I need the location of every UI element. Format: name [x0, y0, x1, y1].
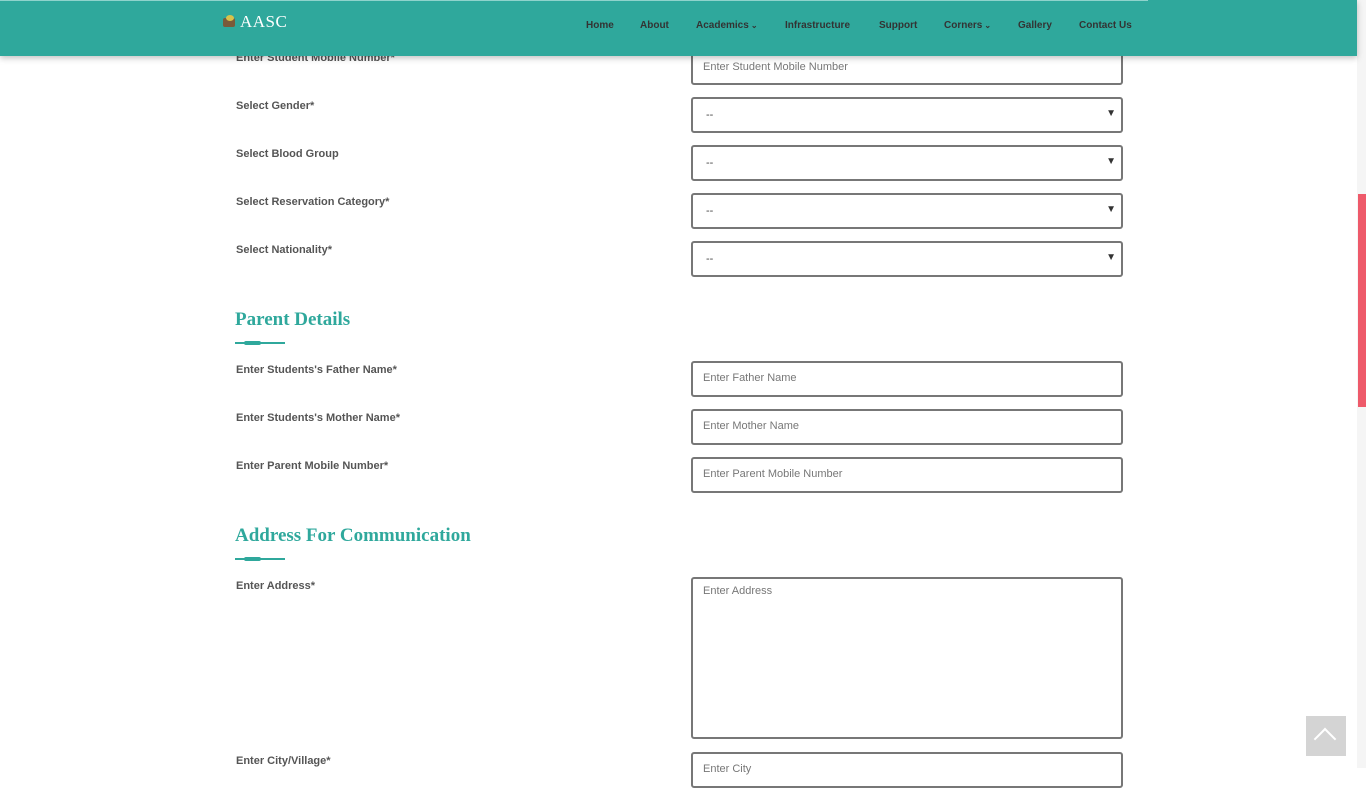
gender-select[interactable]: -- ▼ — [691, 97, 1123, 133]
blood-group-value: -- — [706, 157, 714, 169]
address-textarea[interactable]: Enter Address — [691, 577, 1123, 739]
father-name-label: Enter Students's Father Name* — [236, 364, 397, 376]
city-input[interactable]: Enter City — [691, 752, 1123, 788]
city-placeholder: Enter City — [703, 763, 752, 775]
mother-name-input[interactable]: Enter Mother Name — [691, 409, 1123, 445]
site-logo[interactable]: AASC — [222, 12, 287, 32]
nationality-select[interactable]: -- ▼ — [691, 241, 1123, 277]
reservation-category-select[interactable]: -- ▼ — [691, 193, 1123, 229]
nav-contact-us[interactable]: Contact Us — [1079, 20, 1132, 31]
student-mobile-placeholder: Enter Student Mobile Number — [703, 61, 848, 73]
reservation-category-label: Select Reservation Category* — [236, 196, 390, 208]
address-placeholder: Enter Address — [703, 585, 773, 597]
nav-academics[interactable]: Academics ⌄ — [696, 20, 758, 31]
mother-name-placeholder: Enter Mother Name — [703, 420, 799, 432]
nav-infrastructure[interactable]: Infrastructure — [785, 20, 850, 31]
nav-gallery[interactable]: Gallery — [1018, 20, 1052, 31]
parent-mobile-placeholder: Enter Parent Mobile Number — [703, 468, 843, 480]
dropdown-arrow-icon: ▼ — [1106, 252, 1116, 263]
gender-label: Select Gender* — [236, 100, 315, 112]
parent-mobile-input[interactable]: Enter Parent Mobile Number — [691, 457, 1123, 493]
city-label: Enter City/Village* — [236, 755, 331, 767]
top-navbar: AASC Home About Academics ⌄ Infrastructur… — [0, 0, 1357, 56]
page-scrollbar[interactable] — [1357, 0, 1366, 768]
nationality-label: Select Nationality* — [236, 244, 332, 256]
address-heading: Address For Communication — [235, 525, 471, 546]
blood-group-select[interactable]: -- ▼ — [691, 145, 1123, 181]
blood-group-label: Select Blood Group — [236, 148, 339, 160]
chevron-up-icon — [1313, 727, 1337, 751]
nav-corners[interactable]: Corners ⌄ — [944, 20, 991, 31]
dropdown-arrow-icon: ▼ — [1106, 204, 1116, 215]
section-divider — [235, 557, 285, 561]
nav-home[interactable]: Home — [586, 20, 614, 31]
nav-academics-label: Academics — [696, 20, 749, 31]
scrollbar-thumb[interactable] — [1358, 194, 1366, 407]
logo-text: AASC — [240, 12, 288, 31]
address-label: Enter Address* — [236, 580, 316, 592]
dropdown-arrow-icon: ▼ — [1106, 108, 1116, 119]
gender-value: -- — [706, 109, 714, 121]
reservation-category-value: -- — [706, 205, 714, 217]
mother-name-label: Enter Students's Mother Name* — [236, 412, 400, 424]
parent-details-heading: Parent Details — [235, 309, 351, 330]
college-emblem-icon — [222, 15, 238, 29]
father-name-placeholder: Enter Father Name — [703, 372, 797, 384]
nav-about[interactable]: About — [640, 20, 669, 31]
header-top-border — [0, 0, 1148, 1]
parent-mobile-label: Enter Parent Mobile Number* — [236, 460, 389, 472]
father-name-input[interactable]: Enter Father Name — [691, 361, 1123, 397]
back-to-top-button[interactable] — [1306, 716, 1346, 756]
nationality-value: -- — [706, 253, 714, 265]
chevron-down-icon: ⌄ — [750, 21, 758, 30]
section-divider — [235, 341, 285, 345]
chevron-down-icon: ⌄ — [984, 21, 992, 30]
dropdown-arrow-icon: ▼ — [1106, 156, 1116, 167]
nav-support[interactable]: Support — [879, 20, 917, 31]
nav-corners-label: Corners — [944, 20, 983, 31]
